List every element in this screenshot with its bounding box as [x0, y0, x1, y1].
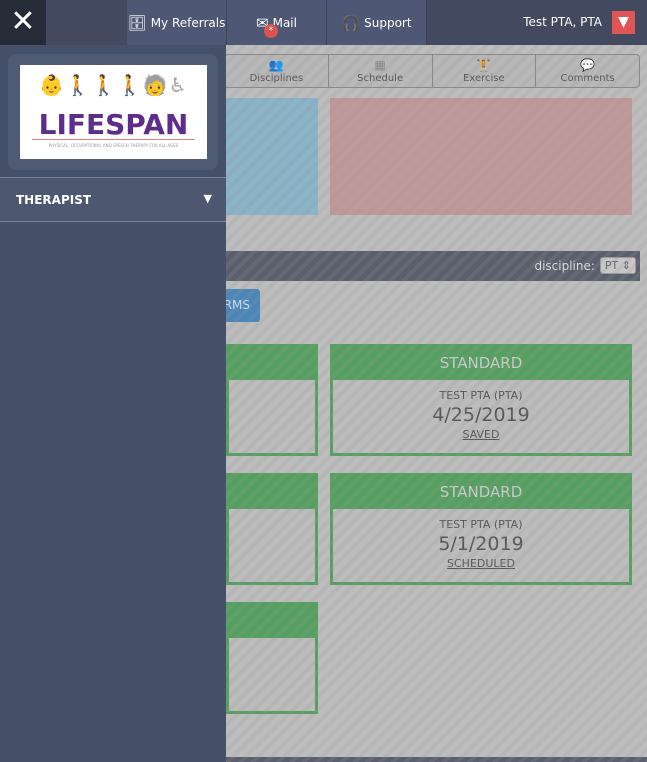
tab-disciplines[interactable]: 👥 Disciplines [225, 55, 328, 87]
tab-label: Exercise [463, 73, 505, 84]
tab-label: Comments [560, 73, 615, 84]
tab-label: Schedule [357, 73, 404, 84]
visit-card[interactable] [226, 473, 318, 585]
visit-card[interactable] [226, 344, 318, 456]
exercise-icon: 🏋 [476, 58, 492, 72]
footer-bar [226, 757, 647, 762]
lifespan-logo: 👶🚶🚶🚶🧓♿ LIFESPAN PHYSICAL, OCCUPATIONAL A… [20, 65, 207, 159]
nav-label: Support [364, 15, 412, 30]
header: ✕ 🗄 My Referrals ✉ * Mail 🎧 Support Test PTA… [0, 0, 647, 45]
tab-exercise[interactable]: 🏋 Exercise [431, 55, 536, 87]
info-panel-blue [226, 98, 318, 215]
visit-card[interactable] [226, 602, 318, 714]
calendar-icon: ▦ [374, 58, 386, 72]
main-content: 👥 Disciplines ▦ Schedule 🏋 Exercise 💬 Commen… [216, 45, 647, 762]
card-date: 5/1/2019 [438, 533, 524, 555]
comments-icon: 💬 [580, 58, 596, 72]
nav-mail[interactable]: ✉ * Mail [227, 0, 327, 45]
mail-badge: * [264, 23, 279, 38]
card-type: STANDARD [333, 347, 629, 380]
chevron-down-icon: ▼ [203, 192, 212, 205]
sidebar-item-therapist[interactable]: THERAPIST ▼ [0, 177, 226, 222]
sidebar: 👶🚶🚶🚶🧓♿ LIFESPAN PHYSICAL, OCCUPATIONAL A… [0, 45, 226, 762]
people-icon: 👥 [268, 58, 284, 72]
nav-support[interactable]: 🎧 Support [327, 0, 427, 45]
card-status-link[interactable]: SAVED [333, 428, 629, 441]
nav-label: My Referrals [150, 15, 226, 30]
filter-bar: discipline: PT ⇕ [226, 251, 640, 281]
visit-card[interactable]: STANDARD TEST PTA (PTA) 4/25/2019 SAVED [330, 344, 632, 456]
discipline-value: PT [604, 259, 619, 272]
referrals-icon: 🗄 [127, 13, 147, 32]
discipline-select[interactable]: PT ⇕ [599, 257, 636, 274]
logo-container: 👶🚶🚶🚶🧓♿ LIFESPAN PHYSICAL, OCCUPATIONAL A… [8, 54, 218, 170]
discipline-label: discipline: [534, 258, 595, 273]
support-icon: 🎧 [341, 13, 361, 32]
card-therapist: TEST PTA (PTA) [439, 518, 523, 531]
tab-schedule[interactable]: ▦ Schedule [327, 55, 432, 87]
lifespan-figures-icon: 👶🚶🚶🚶🧓♿ [39, 73, 188, 97]
visit-card[interactable]: STANDARD TEST PTA (PTA) 5/1/2019 SCHEDULED [330, 473, 632, 585]
tab-label: Disciplines [249, 73, 304, 84]
nav-my-referrals[interactable]: 🗄 My Referrals [127, 0, 227, 45]
card-type: STANDARD [333, 476, 629, 509]
close-menu-button[interactable]: ✕ [0, 0, 46, 45]
tab-bar: 👥 Disciplines ▦ Schedule 🏋 Exercise 💬 Commen… [224, 54, 640, 88]
user-dropdown-button[interactable]: ▼ [612, 11, 635, 34]
tab-comments[interactable]: 💬 Comments [535, 55, 639, 87]
user-name: Test PTA, PTA [523, 15, 602, 29]
info-panel-red [330, 98, 632, 215]
card-status-link[interactable]: SCHEDULED [333, 557, 629, 570]
mail-icon: ✉ * [256, 14, 279, 38]
sidebar-section-label: THERAPIST [16, 193, 92, 207]
card-therapist: TEST PTA (PTA) [439, 389, 523, 402]
card-date: 4/25/2019 [432, 404, 530, 426]
